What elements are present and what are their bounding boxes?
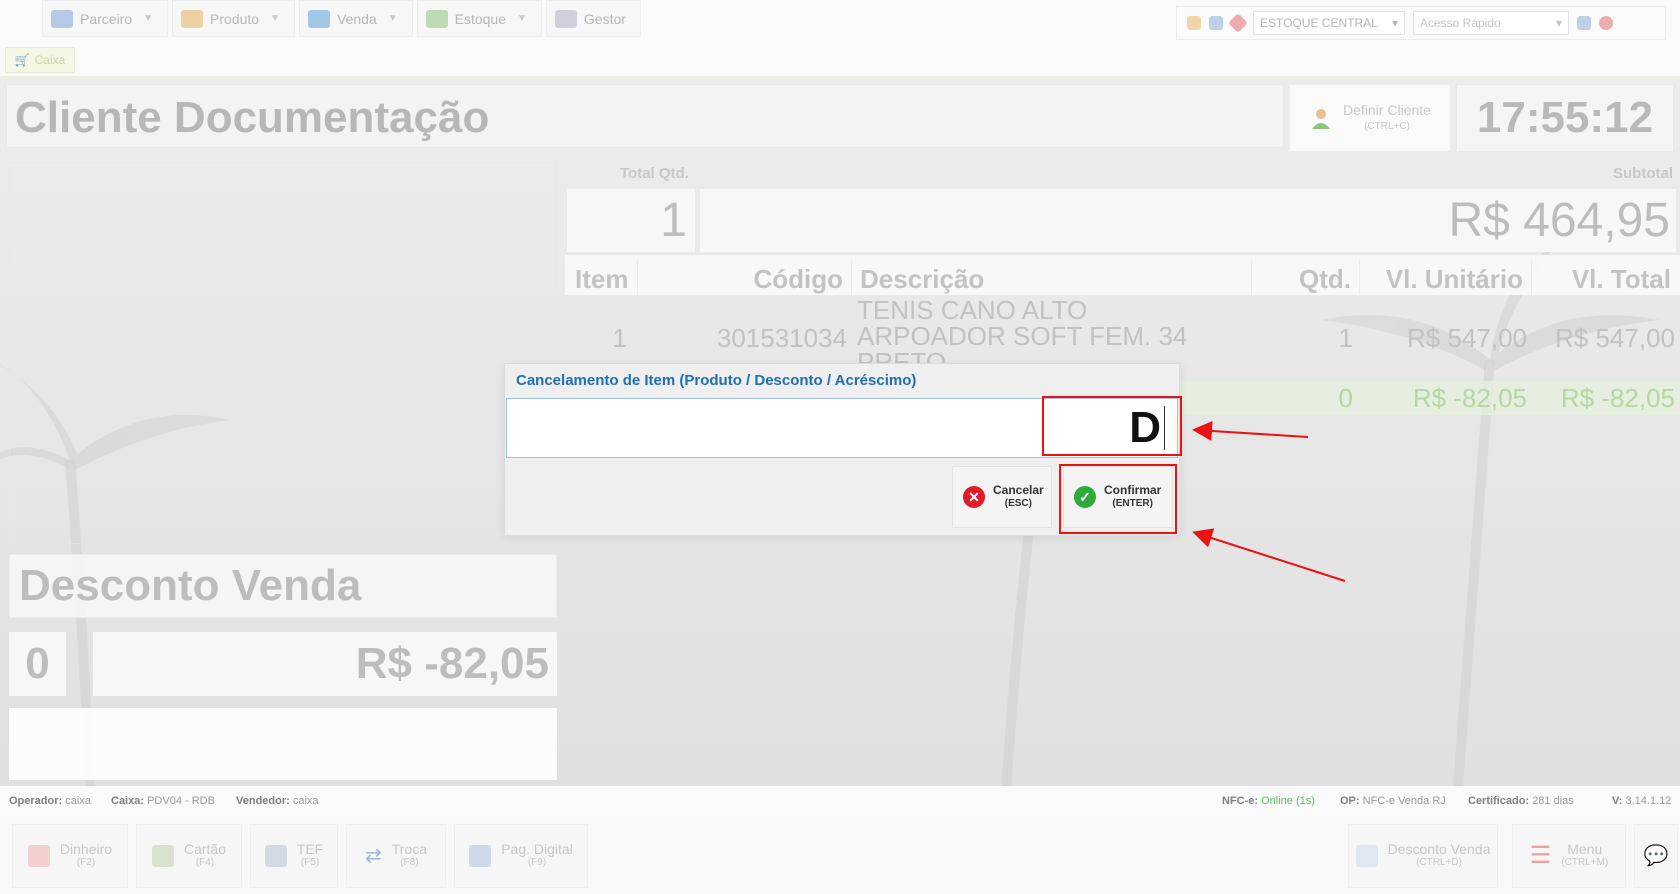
highlight-input	[1042, 396, 1182, 456]
payment-bar: Dinheiro (F2) Cartão (F4) TEF (F5) ⇄ Troca(…	[0, 816, 1680, 894]
menu-parceiro[interactable]: Parceiro ▼	[42, 0, 169, 37]
cart-icon	[308, 9, 330, 28]
discount-value: R$ -82,05	[93, 632, 557, 696]
col-qty: Qtd.	[1251, 260, 1359, 296]
warehouse-select[interactable]: ESTOQUE CENTRAL ▾	[1253, 11, 1405, 35]
total-qty-value: 1	[567, 189, 695, 252]
chevron-down-icon: ▼	[270, 13, 280, 24]
col-description: Descrição	[851, 260, 1251, 296]
chevron-down-icon: ▾	[1555, 16, 1562, 30]
card-button[interactable]: Cartão (F4)	[136, 824, 242, 888]
menu-produto[interactable]: Produto ▼	[172, 0, 295, 37]
discount-qty: 0	[9, 632, 66, 696]
clock-display: 17:55:12	[1456, 84, 1674, 152]
total-qty-label: Total Qtd.	[620, 165, 689, 182]
discount-panel-title: Desconto Venda	[9, 554, 557, 618]
chevron-down-icon: ▾	[1391, 16, 1398, 30]
client-name-display: Cliente Documentação	[6, 84, 1284, 148]
define-client-button[interactable]: Definir Cliente (CTRL+C)	[1289, 84, 1451, 152]
user-icon[interactable]	[1187, 16, 1201, 30]
chevron-down-icon: ▼	[387, 13, 398, 24]
card-icon	[151, 845, 174, 867]
alert-icon[interactable]	[1228, 13, 1248, 33]
note-icon[interactable]	[1577, 16, 1591, 30]
col-total: Vl. Total	[1531, 260, 1677, 296]
chat-icon[interactable]	[1209, 16, 1223, 30]
power-icon[interactable]	[1599, 16, 1613, 30]
tef-button[interactable]: TEF (F5)	[250, 824, 338, 888]
pos-terminal-icon	[264, 845, 287, 867]
subtotal-value: R$ 464,95	[700, 189, 1676, 252]
menu-gestor[interactable]: Gestor	[545, 0, 641, 37]
chevron-down-icon: ▼	[517, 13, 527, 24]
box-icon	[181, 9, 204, 28]
hamburger-icon: ☰	[1529, 842, 1552, 869]
tab-caixa[interactable]: 🛒 Caixa	[5, 47, 75, 73]
swap-arrows-icon: ⇄	[364, 845, 382, 867]
quick-toolbox: ESTOQUE CENTRAL ▾ Acesso Rápido ▾	[1176, 6, 1666, 40]
col-code: Código	[637, 260, 851, 296]
chart-icon	[554, 9, 577, 28]
cancel-icon: ✕	[963, 486, 985, 508]
product-image-area	[9, 162, 557, 544]
money-icon	[27, 845, 50, 867]
exchange-button[interactable]: ⇄ Troca (F8)	[346, 824, 446, 888]
main-menu: Parceiro ▼ Produto ▼ Venda ▼ Estoque ▼ G…	[42, 0, 641, 38]
col-unit-price: Vl. Unitário	[1359, 260, 1531, 296]
subtotal-label: Subtotal	[1613, 165, 1673, 182]
menu-estoque[interactable]: Estoque ▼	[416, 0, 542, 37]
info-box	[9, 708, 557, 780]
digital-payment-button[interactable]: Pag. Digital (F9)	[454, 824, 588, 888]
bitcoin-icon	[469, 845, 492, 867]
chat-button[interactable]: 💬	[1634, 824, 1678, 888]
stock-icon	[425, 9, 448, 28]
highlight-confirm	[1059, 464, 1177, 534]
chevron-down-icon: ▼	[143, 13, 154, 24]
menu-venda[interactable]: Venda ▼	[299, 0, 413, 37]
cancel-button[interactable]: ✕ Cancelar (ESC)	[952, 466, 1052, 528]
discount-icon	[1355, 845, 1378, 867]
items-table-header: Item Código Descrição Qtd. Vl. Unitário …	[565, 255, 1680, 296]
chat-icon: 💬	[1643, 845, 1669, 867]
top-bar: Parceiro ▼ Produto ▼ Venda ▼ Estoque ▼ G…	[0, 0, 1680, 79]
status-bar: Operador: caixa Caixa: PDV04 - RDB Vende…	[0, 786, 1680, 816]
people-icon	[51, 9, 73, 28]
user-icon	[1312, 109, 1331, 129]
cash-button[interactable]: Dinheiro (F2)	[12, 824, 128, 888]
dialog-title: Cancelamento de Item (Produto / Desconto…	[516, 372, 917, 389]
menu-button[interactable]: ☰ Menu (CTRL+M)	[1512, 824, 1626, 888]
quick-access-select[interactable]: Acesso Rápido ▾	[1413, 11, 1569, 35]
divider	[0, 76, 1680, 79]
cart-icon: 🛒	[14, 53, 30, 67]
sale-discount-button[interactable]: Desconto Venda (CTRL+D)	[1348, 824, 1498, 888]
col-item: Item	[575, 264, 629, 294]
